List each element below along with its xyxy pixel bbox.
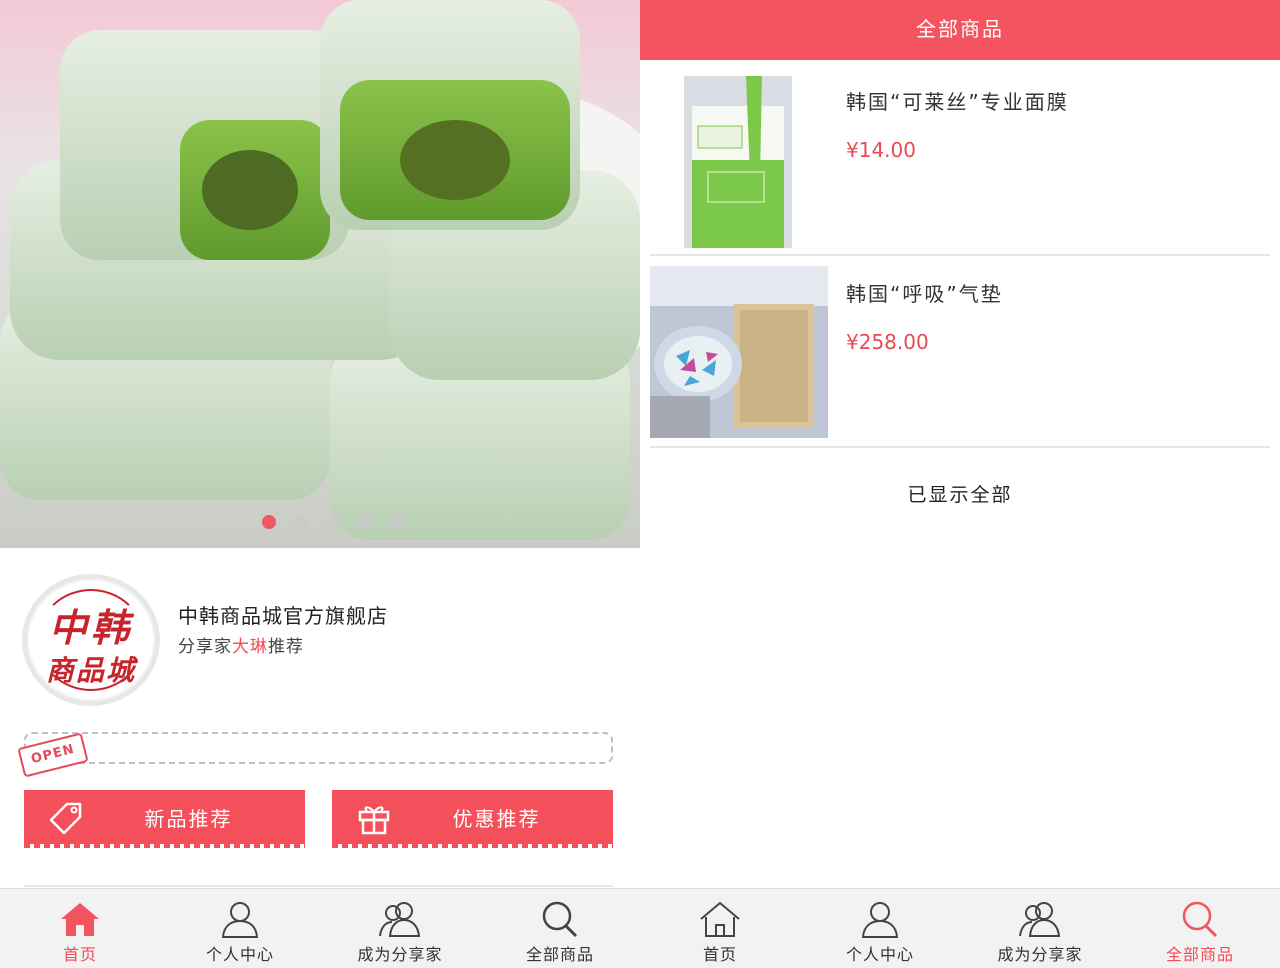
promotions-label: 优惠推荐 [452,806,541,831]
sharer-name[interactable]: 大琳 [232,637,268,657]
carousel-dots[interactable] [262,515,404,529]
tab-label: 首页 [62,945,97,964]
tab-become-sharer[interactable]: 成为分享家 [960,889,1120,968]
banner-image [0,0,640,540]
tab-home[interactable]: 首页 [0,889,160,968]
tab-profile[interactable]: 个人中心 [160,889,320,968]
sharer-prefix: 分享家 [178,637,232,657]
product-name: 韩国“呼吸”气垫 [846,282,1003,306]
tab-all-products[interactable]: 全部商品 [480,889,640,968]
product-image[interactable] [650,266,828,438]
shop-name: 中韩商品城官方旗舰店 [178,604,388,628]
product-price: ¥258.00 [846,330,929,354]
carousel-dot[interactable] [326,515,340,529]
home-screen: 中韩 商品城 中韩商品城官方旗舰店 分享家大琳推荐 OPEN 新品推荐 优惠推荐 [0,0,640,968]
home-icon [61,903,99,936]
product-item[interactable]: 韩国“可莱丝”专业面膜 ¥14.00 [650,66,1270,256]
tab-label: 首页 [702,945,737,964]
end-of-list-text: 已显示全部 [907,484,1013,506]
carousel-dot[interactable] [262,515,276,529]
all-products-screen: 全部商品 韩国“可莱丝”专业面膜 ¥14.00 韩国“呼吸”气垫 ¥258.00… [640,0,1280,968]
tab-label: 个人中心 [845,945,914,964]
tab-home[interactable]: 首页 [640,889,800,968]
tab-become-sharer[interactable]: 成为分享家 [320,889,480,968]
logo-text-line2: 商品城 [45,654,136,687]
bottom-tab-bar: 首页 个人中心 成为分享家 全部商品 [0,888,640,968]
product-image[interactable] [684,76,792,248]
new-products-label: 新品推荐 [144,806,233,831]
group-icon [379,902,421,937]
open-notice-bar: OPEN [17,732,613,778]
carousel-dot[interactable] [294,515,308,529]
promotions-button[interactable]: 优惠推荐 [332,790,613,848]
person-icon [221,902,259,938]
product-image-mask [684,76,792,248]
tab-profile[interactable]: 个人中心 [800,889,960,968]
carousel-dot[interactable] [390,515,404,529]
carousel-dot[interactable] [358,515,372,529]
home-icon [700,901,740,937]
tab-label: 个人中心 [205,945,274,964]
product-name: 韩国“可莱丝”专业面膜 [846,90,1069,114]
group-icon [1019,902,1061,937]
search-icon [1182,901,1218,938]
tab-label: 成为分享家 [357,945,443,964]
product-price: ¥14.00 [846,138,916,162]
shop-logo: 中韩 商品城 [22,574,160,706]
banner-carousel[interactable] [0,0,640,548]
page-title: 全部商品 [640,0,1280,60]
tab-label: 成为分享家 [997,945,1083,964]
search-icon [542,901,578,938]
logo-text-line1: 中韩 [48,605,133,650]
shop-info: 中韩 商品城 中韩商品城官方旗舰店 分享家大琳推荐 [0,560,640,720]
sharer-recommendation: 分享家大琳推荐 [178,632,304,657]
divider [24,885,613,887]
tab-all-products[interactable]: 全部商品 [1120,889,1280,968]
tab-label: 全部商品 [1165,945,1234,964]
bottom-tab-bar: 首页 个人中心 成为分享家 全部商品 [640,888,1280,968]
new-products-button[interactable]: 新品推荐 [24,790,305,848]
product-image-cushion [650,266,828,438]
tab-label: 全部商品 [525,945,594,964]
person-icon [861,902,899,938]
product-item[interactable]: 韩国“呼吸”气垫 ¥258.00 [650,258,1270,448]
open-sign: OPEN [17,732,89,778]
sharer-suffix: 推荐 [268,637,304,657]
